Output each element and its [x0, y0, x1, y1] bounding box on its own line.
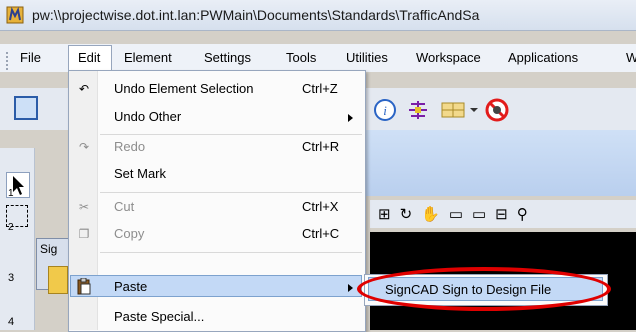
menu-file[interactable]: File	[20, 50, 41, 65]
tool-number-1: 1	[8, 188, 14, 199]
menu-undo-other[interactable]: Undo Other	[114, 109, 181, 124]
clipboard-paste-icon	[77, 278, 91, 295]
folder-icon	[48, 266, 68, 294]
view-cube-icon[interactable]	[14, 96, 38, 120]
shortcut-cut: Ctrl+X	[302, 199, 339, 214]
menu-paste-special[interactable]: Paste Special...	[114, 309, 204, 324]
menu-paste[interactable]: Paste	[114, 279, 147, 294]
cut-scissors-icon: ✂	[78, 200, 90, 214]
menu-separator	[100, 134, 362, 135]
menu-redo[interactable]: Redo	[114, 139, 145, 154]
menu-copy[interactable]: Copy	[114, 226, 144, 241]
snap-grid-icon[interactable]	[405, 98, 431, 122]
view-titlebar	[355, 130, 636, 196]
menu-separator	[100, 252, 362, 253]
menu-tools[interactable]: Tools	[286, 50, 316, 65]
microstation-app-icon	[6, 6, 24, 24]
tool-number-4: 4	[8, 316, 15, 328]
red-annotation-circle	[357, 267, 611, 311]
signcad-dialog-title: Sig	[40, 242, 58, 256]
menu-element[interactable]: Element	[124, 50, 172, 65]
shortcut-undo: Ctrl+Z	[302, 81, 338, 96]
menubar-grip[interactable]	[6, 52, 8, 70]
shortcut-copy: Ctrl+C	[302, 226, 340, 241]
menu-window[interactable]: W	[626, 50, 636, 65]
menu-workspace[interactable]: Workspace	[416, 50, 481, 65]
no-display-icon[interactable]	[484, 97, 510, 123]
menu-applications[interactable]: Applications	[508, 50, 578, 65]
shortcut-redo: Ctrl+R	[302, 139, 340, 154]
menu-undo-element-selection[interactable]: Undo Element Selection	[114, 81, 253, 96]
svg-text:i: i	[383, 103, 387, 118]
cells-dropdown-icon[interactable]	[440, 98, 480, 122]
menu-set-mark[interactable]: Set Mark	[114, 166, 166, 181]
submenu-arrow-icon	[348, 284, 353, 292]
menu-settings[interactable]: Settings	[204, 50, 251, 65]
menu-separator	[100, 192, 362, 193]
window-title: pw:\\projectwise.dot.int.lan:PWMain\Docu…	[32, 7, 480, 23]
copy-icon: ❐	[78, 227, 90, 241]
undo-icon: ↶	[78, 82, 90, 96]
redo-icon: ↷	[78, 140, 90, 154]
view-tool-icons[interactable]: ⊞↻✋▭▭⊟⚲	[378, 205, 537, 223]
menu-utilities[interactable]: Utilities	[346, 50, 388, 65]
info-icon[interactable]: i	[373, 98, 397, 122]
submenu-arrow-icon	[348, 114, 353, 122]
tool-number-3: 3	[8, 272, 15, 284]
menu-cut[interactable]: Cut	[114, 199, 134, 214]
menu-edit[interactable]: Edit	[78, 50, 100, 65]
tool-number-2: 2	[8, 222, 14, 233]
